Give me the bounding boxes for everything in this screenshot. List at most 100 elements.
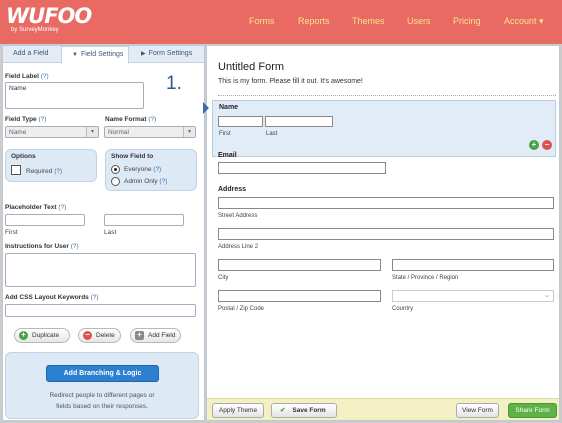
field-type-title-text: Field Type <box>5 116 37 123</box>
branching-text-line-1: Redirect people to different pages or <box>49 392 155 399</box>
nav-account-label: Account <box>504 16 537 26</box>
tab-field-settings[interactable]: ▼ Field Settings <box>61 46 129 64</box>
branching-text-line-2: fields based on their responses. <box>56 403 148 410</box>
nav-forms[interactable]: Forms <box>249 16 275 26</box>
help-link[interactable]: (?) <box>71 243 79 250</box>
everyone-label-text: Everyone <box>124 166 152 173</box>
form-preview: Untitled Form This is my form. Please fi… <box>203 45 560 421</box>
email-input[interactable] <box>218 162 386 174</box>
country-sublabel: Country <box>392 306 414 312</box>
address-label: Address <box>218 186 247 193</box>
field-type-title: Field Type (?) <box>5 116 46 123</box>
save-form-label: Save Form <box>292 407 326 414</box>
admin-only-label: Admin Only (?) <box>124 178 167 185</box>
show-field-title: Show Field to <box>111 153 154 160</box>
instructions-textarea[interactable] <box>5 253 196 287</box>
delete-button[interactable]: − Delete <box>78 328 121 343</box>
state-input[interactable] <box>392 259 554 271</box>
branching-description: Redirect people to different pages or fi… <box>6 390 198 412</box>
nav-reports[interactable]: Reports <box>298 16 330 26</box>
field-settings-panel: Add a Field ▼ Field Settings ▶ Form Settin… <box>2 45 205 421</box>
share-form-button[interactable]: Share Form <box>508 403 557 418</box>
add-field-label: Add Field <box>148 332 176 339</box>
zip-input[interactable] <box>218 290 381 302</box>
divider <box>218 95 556 96</box>
help-link[interactable]: (?) <box>148 116 156 123</box>
placeholder-first-label: First <box>5 229 18 236</box>
nav-account[interactable]: Account ▾ <box>504 16 544 27</box>
remove-field-icon[interactable]: − <box>542 140 552 150</box>
street-address-input[interactable] <box>218 197 554 209</box>
street-address-sublabel: Street Address <box>218 213 258 219</box>
placeholder-last-input[interactable] <box>104 214 184 226</box>
help-link[interactable]: (?) <box>58 204 66 211</box>
placeholder-title: Placeholder Text (?) <box>5 204 66 211</box>
required-label-text: Required <box>26 168 53 175</box>
everyone-radio[interactable] <box>111 165 120 174</box>
zip-sublabel: Postal / Zip Code <box>218 306 265 312</box>
placeholder-first-input[interactable] <box>5 214 85 226</box>
tab-form-settings[interactable]: ▶ Form Settings <box>131 46 204 63</box>
tab-field-settings-label: Field Settings <box>80 51 124 58</box>
last-name-sublabel: Last <box>266 131 278 137</box>
tab-add-field-label: Add a Field <box>13 50 49 57</box>
name-format-value: Normal <box>108 129 129 136</box>
field-type-select[interactable]: Name ▾ <box>5 126 99 138</box>
chevron-down-icon: ▾ <box>539 16 544 26</box>
duplicate-label: Duplicate <box>32 332 60 339</box>
minus-icon: − <box>83 331 92 340</box>
required-checkbox[interactable] <box>11 165 21 175</box>
wufoo-logo[interactable]: WUFOO by SurveyMonkey <box>6 5 92 34</box>
help-link[interactable]: (?) <box>153 166 161 173</box>
help-link[interactable]: (?) <box>54 168 62 175</box>
add-field-button[interactable]: + Add Field <box>130 328 181 343</box>
name-format-title-text: Name Format <box>105 116 147 123</box>
add-document-icon: + <box>135 331 144 340</box>
field-number: 1. <box>166 73 182 94</box>
delete-label: Delete <box>96 332 115 339</box>
admin-only-radio[interactable] <box>111 177 120 186</box>
apply-theme-button[interactable]: Apply Theme <box>212 403 264 418</box>
form-description[interactable]: This is my form. Please fill it out. It'… <box>218 78 363 85</box>
country-select[interactable]: ⌄ <box>392 290 554 302</box>
view-form-button[interactable]: View Form <box>456 403 499 418</box>
help-link[interactable]: (?) <box>91 294 99 301</box>
css-keywords-title: Add CSS Layout Keywords (?) <box>5 294 99 301</box>
help-link[interactable]: (?) <box>159 178 167 185</box>
form-action-bar: Apply Theme ✔ Save Form View Form Share F… <box>207 398 559 420</box>
add-field-icon[interactable]: + <box>529 140 539 150</box>
email-label: Email <box>218 152 237 159</box>
instructions-title: Instructions for User (?) <box>5 243 79 250</box>
selected-name-field[interactable]: Name First Last + − <box>212 100 556 157</box>
name-format-title: Name Format (?) <box>105 116 156 123</box>
form-title[interactable]: Untitled Form <box>218 61 284 73</box>
css-keywords-input[interactable] <box>5 304 196 317</box>
state-sublabel: State / Province / Region <box>392 275 459 281</box>
nav-users[interactable]: Users <box>407 16 431 26</box>
required-label: Required (?) <box>26 168 62 175</box>
name-format-select[interactable]: Normal ▾ <box>104 126 196 138</box>
placeholder-last-label: Last <box>104 229 117 236</box>
last-name-input[interactable] <box>265 116 333 127</box>
field-label-input[interactable]: Name <box>5 82 144 109</box>
city-input[interactable] <box>218 259 381 271</box>
address-line2-input[interactable] <box>218 228 554 240</box>
field-label-title-text: Field Label <box>5 73 39 80</box>
instructions-title-text: Instructions for User <box>5 243 69 250</box>
first-name-input[interactable] <box>218 116 263 127</box>
help-link[interactable]: (?) <box>41 73 49 80</box>
duplicate-button[interactable]: + Duplicate <box>14 328 70 343</box>
admin-only-label-text: Admin Only <box>124 178 158 185</box>
field-label-title: Field Label (?) <box>5 73 49 80</box>
nav-themes[interactable]: Themes <box>352 16 385 26</box>
nav-pricing[interactable]: Pricing <box>453 16 481 26</box>
city-sublabel: City <box>218 275 229 281</box>
triangle-right-icon: ▶ <box>141 51 146 57</box>
tab-add-field[interactable]: Add a Field <box>3 46 61 63</box>
add-branching-logic-button[interactable]: Add Branching & Logic <box>46 365 159 382</box>
triangle-down-icon: ▼ <box>72 52 78 58</box>
chevron-down-icon: ▾ <box>86 127 98 137</box>
help-link[interactable]: (?) <box>38 116 46 123</box>
plus-icon: + <box>19 331 28 340</box>
save-form-button[interactable]: ✔ Save Form <box>271 403 337 418</box>
